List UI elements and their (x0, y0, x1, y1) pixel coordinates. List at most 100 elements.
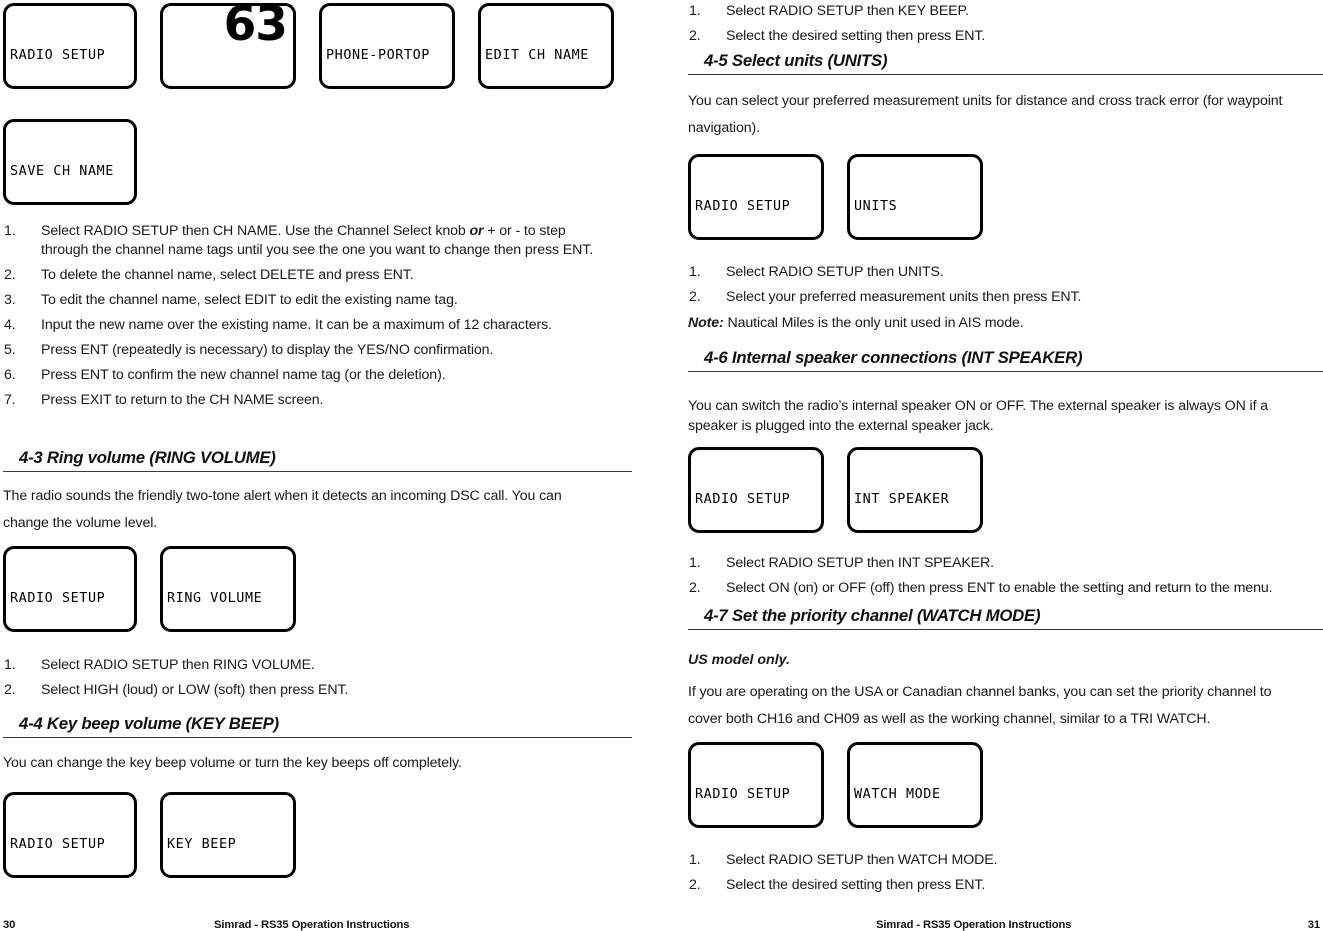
step-text-a: Select RADIO SETUP then CH NAME. Use the… (41, 223, 470, 239)
step-text-a: To delete the channel name, select DELET… (41, 267, 414, 284)
step-number: 2. (689, 288, 701, 305)
list-item: 2. Select HIGH (loud) or LOW (soft) then… (3, 681, 611, 700)
lcd-radio-setup-int-speaker: RADIO SETUP KEY BEEP ▲ UNITS ▸INT SPEAKE… (688, 447, 824, 533)
step-text-a: Select your preferred measurement units … (726, 288, 1082, 305)
list-item: 1. Select RADIO SETUP then CH NAME. Use … (3, 222, 611, 261)
lcd-line: RADIO SETUP (695, 786, 791, 802)
lcd-line: SAVE CH NAME (10, 163, 114, 179)
step-emphasis: or (469, 223, 484, 239)
lcd-group-int-speaker: RADIO SETUP KEY BEEP ▲ UNITS ▸INT SPEAKE… (688, 447, 983, 533)
lcd-line: UNITS (854, 198, 898, 214)
step-number: 1. (689, 555, 701, 571)
list-item: 6. Press ENT to confirm the new channel … (3, 366, 611, 385)
list-item: 1. Select RADIO SETUP then RING VOLUME. (3, 656, 611, 675)
list-item: 2. Select your preferred measurement uni… (688, 288, 1296, 307)
list-item: 2. Select ON (on) or OFF (off) then pres… (688, 579, 1318, 598)
step-number: 1. (689, 852, 701, 868)
footer-title: Simrad - RS35 Operation Instructions (214, 919, 410, 931)
step-text-a: Select the desired setting then press EN… (726, 876, 986, 893)
list-item: 1. Select RADIO SETUP then UNITS. (688, 263, 1296, 282)
step-number: 2. (689, 876, 701, 893)
lcd-save-ch-name-confirm: SAVE CH NAME CALL PORTOP ▸YES NO (3, 119, 137, 205)
step-number: 1. (4, 657, 16, 673)
step-number: 2. (689, 27, 701, 44)
lcd-int-speaker-options: INT SPEAKER ▸ON OFF (847, 447, 983, 533)
section-4-4-paragraph: You can change the key beep volume or tu… (3, 755, 462, 771)
lcd-radio-setup-ch-name: RADIO SETUP UIC ▸CH NAME RING VOLUME KEY… (3, 3, 137, 89)
step-number: 3. (4, 292, 16, 309)
lcd-units-options: UNITS ▸METRIC NAUTICAL STATUTE (847, 154, 983, 240)
list-item: 2. Select the desired setting then press… (688, 27, 1296, 46)
step-text-a: Select HIGH (loud) or LOW (soft) then pr… (41, 681, 349, 698)
steps-watch-mode: 1. Select RADIO SETUP then WATCH MODE. 2… (688, 851, 1296, 901)
lcd-radio-setup-ring-volume: RADIO SETUP UIC CH NAME ▸RING VOLUME KEY… (3, 546, 137, 632)
page-left: RADIO SETUP UIC ▸CH NAME RING VOLUME KEY… (0, 0, 661, 931)
list-item: 7. Press EXIT to return to the CH NAME s… (3, 391, 611, 410)
lcd-line: RING VOLUME (167, 590, 263, 606)
step-number: 4. (4, 317, 16, 334)
section-4-6-paragraph: You can switch the radio’s internal spea… (688, 398, 1268, 434)
page-number: 30 (3, 919, 16, 931)
step-text-a: Press EXIT to return to the CH NAME scre… (41, 391, 324, 408)
lcd-group-save-ch-name: SAVE CH NAME CALL PORTOP ▸YES NO (3, 119, 137, 205)
step-number: 2. (689, 579, 701, 596)
lcd-line: PHONE-PORTOP (326, 47, 430, 63)
step-text-a: Select RADIO SETUP then WATCH MODE. (726, 852, 998, 868)
us-model-note: US model only. (688, 652, 790, 668)
list-item: 5. Press ENT (repeatedly is necessary) t… (3, 341, 611, 360)
section-heading-4-7: 4-7 Set the priority channel (WATCH MODE… (688, 606, 1323, 630)
lcd-watch-mode-options: WATCH MODE ▸ONLY 16 16CH + 9CH (847, 742, 983, 828)
note-text: Nautical Miles is the only unit used in … (723, 315, 1024, 331)
lcd-key-beep-options: KEY BEEP HIGH ▸LOW OFF (160, 792, 296, 878)
lcd-group-ring-volume: RADIO SETUP UIC CH NAME ▸RING VOLUME KEY… (3, 546, 296, 632)
lcd-line: RADIO SETUP (10, 590, 106, 606)
lcd-group-ch-name-flow: RADIO SETUP UIC ▸CH NAME RING VOLUME KEY… (3, 3, 614, 89)
step-number: 1. (689, 3, 701, 19)
section-4-5-paragraph: You can select your preferred measuremen… (688, 93, 1283, 136)
list-item: 1. Select RADIO SETUP then INT SPEAKER. (688, 554, 1318, 573)
channel-number: 63 (223, 3, 288, 52)
list-item: 2. To delete the channel name, select DE… (3, 266, 611, 285)
lcd-group-watch-mode: RADIO SETUP UNITS ▲ INT SPEAKER ▸WATCH M… (688, 742, 983, 828)
lcd-line: EDIT CH NAME (485, 47, 589, 63)
step-text-a: Select RADIO SETUP then INT SPEAKER. (726, 555, 994, 571)
step-number: 5. (4, 342, 16, 359)
lcd-line (167, 64, 289, 81)
lcd-group-key-beep: RADIO SETUP CH NAME ▲ RING VOLUME ▸KEY B… (3, 792, 296, 878)
list-item: 3. To edit the channel name, select EDIT… (3, 291, 611, 310)
list-item: 2. Select the desired setting then press… (688, 876, 1296, 895)
section-heading-4-5: 4-5 Select units (UNITS) (688, 51, 1323, 75)
step-text-a: Select RADIO SETUP then KEY BEEP. (726, 3, 969, 19)
step-number: 1. (4, 223, 16, 239)
steps-key-beep: 1. Select RADIO SETUP then KEY BEEP. 2. … (688, 2, 1296, 52)
lcd-line: KEY BEEP (167, 836, 237, 852)
note-ais-units: Note: Nautical Miles is the only unit us… (688, 313, 1288, 333)
step-text-a: Select ON (on) or OFF (off) then press E… (726, 579, 1273, 596)
lcd-line: WATCH MODE (854, 786, 941, 802)
list-item: 4. Input the new name over the existing … (3, 316, 611, 335)
lcd-radio-setup-units: RADIO SETUP RING VOLUM▲ KEY BEEP ▸UNITS … (688, 154, 824, 240)
lcd-radio-setup-watch-mode: RADIO SETUP UNITS ▲ INT SPEAKER ▸WATCH M… (688, 742, 824, 828)
lcd-radio-setup-key-beep: RADIO SETUP CH NAME ▲ RING VOLUME ▸KEY B… (3, 792, 137, 878)
steps-int-speaker: 1. Select RADIO SETUP then INT SPEAKER. … (688, 554, 1318, 604)
lcd-line: INT SPEAKER (854, 491, 950, 507)
lcd-group-units: RADIO SETUP RING VOLUM▲ KEY BEEP ▸UNITS … (688, 154, 983, 240)
lcd-edit-ch-name: EDIT CH NAME PHONE-PORTOP (478, 3, 614, 89)
lcd-line: RADIO SETUP (695, 491, 791, 507)
step-text-a: Press ENT (repeatedly is necessary) to d… (41, 342, 494, 359)
lcd-line: RADIO SETUP (10, 47, 106, 63)
step-text-a: Select the desired setting then press EN… (726, 27, 986, 44)
lcd-phone-portop-edit-delete: PHONE-PORTOP ▸EDIT DELETE (319, 3, 455, 89)
step-text-a: Select RADIO SETUP then RING VOLUME. (41, 657, 315, 673)
section-4-3-paragraph: The radio sounds the friendly two-tone a… (3, 488, 562, 531)
list-item: 1. Select RADIO SETUP then WATCH MODE. (688, 851, 1296, 870)
steps-ch-name: 1. Select RADIO SETUP then CH NAME. Use … (3, 222, 611, 416)
step-number: 1. (689, 264, 701, 280)
lcd-line: RADIO SETUP (695, 198, 791, 214)
step-text-a: Press ENT to confirm the new channel nam… (41, 366, 446, 383)
footer-title: Simrad - RS35 Operation Instructions (876, 919, 1072, 931)
lcd-ring-volume-options: RING VOLUME ▸HIGH LOW (160, 546, 296, 632)
step-number: 6. (4, 366, 16, 383)
step-number: 2. (4, 267, 16, 284)
step-text-a: Select RADIO SETUP then UNITS. (726, 264, 944, 280)
